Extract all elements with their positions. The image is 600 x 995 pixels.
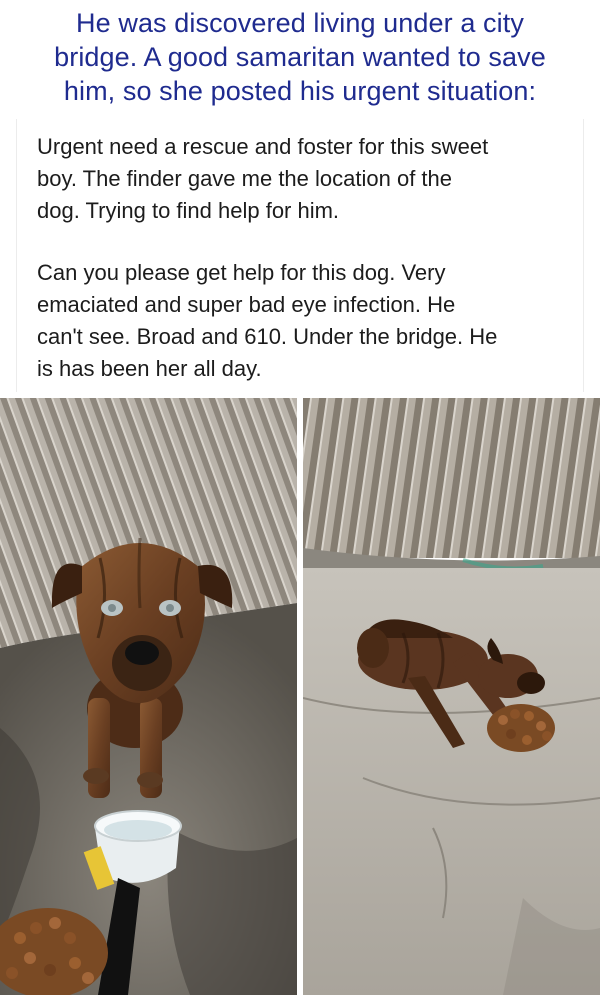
- headline: He was discovered living under a city br…: [0, 6, 600, 108]
- post-paragraph-1-line-2: boy. The finder gave me the location of …: [37, 166, 453, 191]
- post-paragraph-1-line-3: dog. Trying to find help for him.: [37, 198, 340, 223]
- post-text: Urgent need a rescue and foster for this…: [37, 131, 577, 385]
- dog-facing-photo: [0, 398, 297, 995]
- headline-line-3: him, so she posted his urgent situation:: [63, 76, 537, 106]
- post-paragraph-2-line-1: Can you please get help for this dog. Ve…: [37, 260, 446, 285]
- dog-food-pile: [487, 704, 555, 752]
- dog-facing-illustration: [0, 398, 297, 995]
- post-paragraph-2-line-3: can't see. Broad and 610. Under the brid…: [37, 324, 498, 349]
- post-paragraph-2-line-4: is has been her all day.: [37, 356, 262, 381]
- dog-lying-illustration: [303, 398, 600, 995]
- corrugated-wall: [303, 398, 600, 558]
- dog-lying-photo: [303, 398, 600, 995]
- headline-line-2: bridge. A good samaritan wanted to save: [54, 42, 546, 72]
- headline-line-1: He was discovered living under a city: [76, 8, 524, 38]
- post-card: Urgent need a rescue and foster for this…: [16, 119, 584, 392]
- post-paragraph-2-line-2: emaciated and super bad eye infection. H…: [37, 292, 456, 317]
- post-paragraph-1-line-1: Urgent need a rescue and foster for this…: [37, 134, 489, 159]
